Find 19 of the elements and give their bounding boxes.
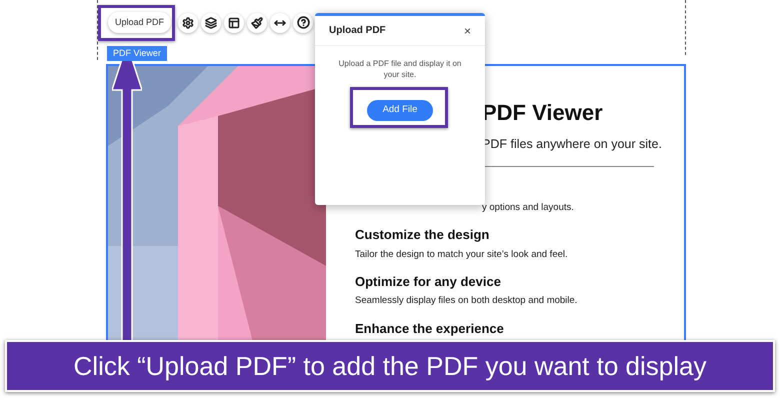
feature-text: y options and layouts. xyxy=(482,200,574,215)
popup-title: Upload PDF xyxy=(329,24,386,38)
layout-icon[interactable] xyxy=(224,12,244,32)
feature-heading: Optimize for any device xyxy=(355,272,502,291)
feature-text: Tailor the design to match your site’s look and feel. xyxy=(355,248,569,262)
element-tag: PDF Viewer xyxy=(107,46,167,61)
settings-icon[interactable] xyxy=(178,12,198,32)
feature-heading: Enhance the experience xyxy=(355,320,505,338)
feature-heading: Customize the design xyxy=(355,226,490,244)
popup-description: Upload a PDF file and display it on your site. xyxy=(338,58,462,80)
help-icon[interactable] xyxy=(293,12,314,32)
brush-icon[interactable] xyxy=(247,12,268,32)
stretch-icon[interactable] xyxy=(270,12,290,32)
add-file-button[interactable]: Add File xyxy=(366,100,434,121)
upload-pdf-button[interactable]: Upload PDF xyxy=(108,12,172,33)
caption-text: Click “Upload PDF” to add the PDF you want to display xyxy=(74,350,706,382)
feature-text: Seamlessly display files on both desktop and mobile. xyxy=(355,294,578,308)
close-button[interactable]: × xyxy=(464,22,471,40)
layers-icon[interactable] xyxy=(201,12,222,32)
